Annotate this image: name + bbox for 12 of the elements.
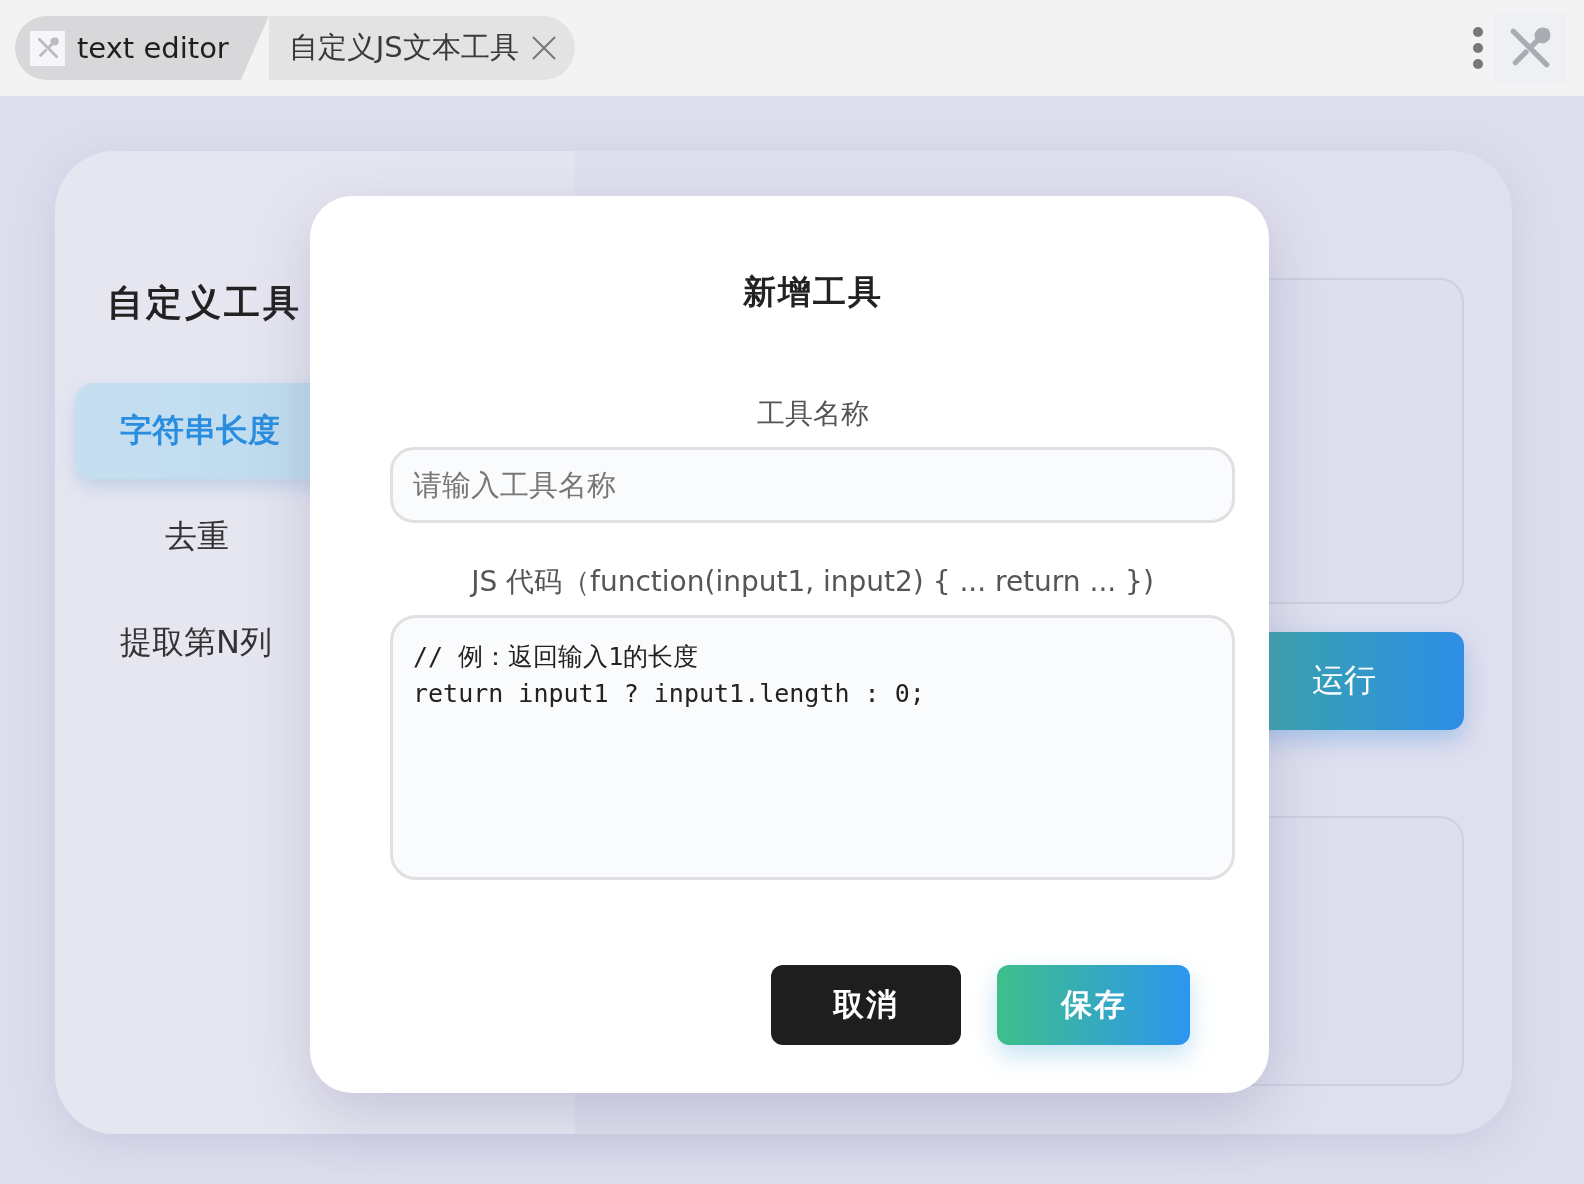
name-field[interactable]: 请输入工具名称 [390,447,1235,523]
cancel-button[interactable]: 取消 [771,965,961,1045]
field-label: 工具名称 [756,396,869,432]
code-field[interactable]: // 例：返回输入1的长度 return input1 ? input1.length : 0; [390,615,1235,880]
tab[interactable]: text editor [15,16,269,80]
sidebar-title: 自定义工具 [107,281,303,325]
close-icon[interactable] [530,35,557,61]
tab[interactable]: 自定义JS文本工具 [268,16,575,80]
field-label: JS 代码（function(input1, input2) { ... return ... }) [471,564,1154,600]
tools-button[interactable] [1494,12,1566,84]
more-icon[interactable] [1472,26,1484,70]
dialog-title: 新增工具 [742,271,883,313]
